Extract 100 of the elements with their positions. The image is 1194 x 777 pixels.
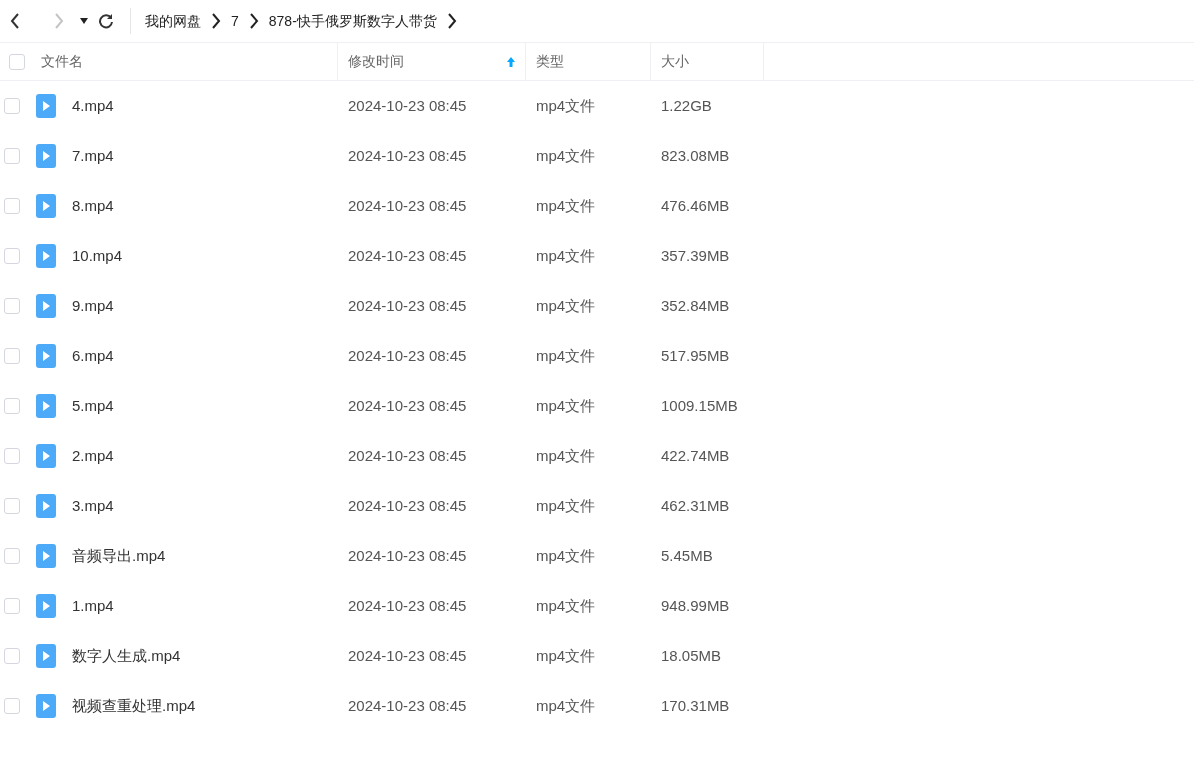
file-row[interactable]: 4.mp4 2024-10-23 08:45 mp4文件 1.22GB <box>0 81 764 131</box>
modified-time: 2024-10-23 08:45 <box>347 595 468 616</box>
video-file-icon <box>36 694 56 718</box>
file-row[interactable]: 6.mp4 2024-10-23 08:45 mp4文件 517.95MB <box>0 331 764 381</box>
sort-up-arrow-icon <box>507 56 515 67</box>
column-header[interactable]: 大小 <box>651 43 764 80</box>
file-type: mp4文件 <box>535 395 597 416</box>
video-file-icon <box>36 344 56 368</box>
file-size: 170.31MB <box>660 695 731 716</box>
modified-time: 2024-10-23 08:45 <box>347 495 468 516</box>
file-type: mp4文件 <box>535 145 597 166</box>
file-size: 352.84MB <box>660 295 731 316</box>
file-name[interactable]: 1.mp4 <box>72 594 114 618</box>
modified-time: 2024-10-23 08:45 <box>347 95 468 116</box>
file-name[interactable]: 7.mp4 <box>72 144 114 168</box>
file-size: 1009.15MB <box>660 395 739 416</box>
file-type: mp4文件 <box>535 295 597 316</box>
video-file-icon <box>36 294 56 318</box>
file-type: mp4文件 <box>535 645 597 666</box>
file-size: 422.74MB <box>660 445 731 466</box>
file-type: mp4文件 <box>535 245 597 266</box>
file-name[interactable]: 4.mp4 <box>72 94 114 118</box>
file-row[interactable]: 7.mp4 2024-10-23 08:45 mp4文件 823.08MB <box>0 131 764 181</box>
checkbox[interactable] <box>9 53 25 70</box>
video-file-icon <box>36 244 56 268</box>
checkbox[interactable] <box>4 98 20 114</box>
file-size: 18.05MB <box>660 645 723 666</box>
file-type: mp4文件 <box>535 545 597 566</box>
modified-time: 2024-10-23 08:45 <box>347 345 468 366</box>
file-name[interactable]: 数字人生成.mp4 <box>72 644 181 668</box>
checkbox[interactable] <box>4 448 20 464</box>
file-size: 462.31MB <box>660 495 731 516</box>
file-name[interactable]: 5.mp4 <box>72 394 114 418</box>
chevron-right-icon <box>248 13 259 29</box>
checkbox[interactable] <box>4 548 20 564</box>
file-name[interactable]: 9.mp4 <box>72 294 114 318</box>
checkbox[interactable] <box>4 248 20 264</box>
breadcrumb-link[interactable]: 我的网盘 <box>145 10 201 32</box>
breadcrumb-link[interactable]: 878-快手俄罗斯数字人带货 <box>268 10 437 32</box>
back-button[interactable] <box>8 13 22 29</box>
column-header[interactable]: 类型 <box>526 43 651 80</box>
checkbox[interactable] <box>4 648 20 664</box>
chevron-right-icon <box>211 13 221 29</box>
breadcrumb-link[interactable]: 7 <box>231 10 239 32</box>
file-size: 823.08MB <box>660 145 731 166</box>
file-name[interactable]: 6.mp4 <box>72 344 114 368</box>
file-name[interactable]: 音频导出.mp4 <box>72 544 166 568</box>
checkbox[interactable] <box>4 598 20 614</box>
file-row[interactable]: 8.mp4 2024-10-23 08:45 mp4文件 476.46MB <box>0 181 764 231</box>
file-row[interactable]: 1.mp4 2024-10-23 08:45 mp4文件 948.99MB <box>0 581 764 631</box>
checkbox[interactable] <box>4 298 20 314</box>
column-header[interactable]: 修改时间 <box>338 43 526 80</box>
video-file-icon <box>36 94 56 118</box>
file-type: mp4文件 <box>535 345 597 366</box>
checkbox[interactable] <box>4 398 20 414</box>
file-size: 948.99MB <box>660 595 731 616</box>
chevron-right-icon <box>446 13 457 29</box>
file-row[interactable]: 2.mp4 2024-10-23 08:45 mp4文件 422.74MB <box>0 431 764 481</box>
refresh-button[interactable] <box>98 13 114 29</box>
modified-time: 2024-10-23 08:45 <box>347 695 468 716</box>
history-dropdown[interactable] <box>80 18 88 24</box>
file-type: mp4文件 <box>535 495 597 516</box>
modified-time: 2024-10-23 08:45 <box>347 445 468 466</box>
file-row[interactable]: 视频查重处理.mp4 2024-10-23 08:45 mp4文件 170.31MB <box>0 681 764 731</box>
video-file-icon <box>36 144 56 168</box>
video-file-icon <box>36 544 56 568</box>
checkbox[interactable] <box>4 698 20 714</box>
file-type: mp4文件 <box>535 95 597 116</box>
modified-time: 2024-10-23 08:45 <box>347 295 468 316</box>
checkbox[interactable] <box>4 198 20 214</box>
modified-time: 2024-10-23 08:45 <box>347 645 468 666</box>
file-size: 517.95MB <box>660 345 731 366</box>
file-size: 1.22GB <box>660 95 713 116</box>
checkbox[interactable] <box>4 348 20 364</box>
video-file-icon <box>36 194 56 218</box>
checkbox[interactable] <box>4 148 20 164</box>
video-file-icon <box>36 594 56 618</box>
file-row[interactable]: 9.mp4 2024-10-23 08:45 mp4文件 352.84MB <box>0 281 764 331</box>
file-name[interactable]: 2.mp4 <box>72 444 114 468</box>
modified-time: 2024-10-23 08:45 <box>347 145 468 166</box>
file-row[interactable]: 数字人生成.mp4 2024-10-23 08:45 mp4文件 18.05MB <box>0 631 764 681</box>
file-name[interactable]: 10.mp4 <box>72 244 123 268</box>
video-file-icon <box>36 444 56 468</box>
video-file-icon <box>36 644 56 668</box>
file-size: 5.45MB <box>660 545 714 566</box>
file-name[interactable]: 视频查重处理.mp4 <box>72 694 196 718</box>
file-row[interactable]: 10.mp4 2024-10-23 08:45 mp4文件 357.39MB <box>0 231 764 281</box>
file-size: 357.39MB <box>660 245 731 266</box>
file-row[interactable]: 音频导出.mp4 2024-10-23 08:45 mp4文件 5.45MB <box>0 531 764 581</box>
caret-icon <box>80 18 88 24</box>
file-row[interactable]: 5.mp4 2024-10-23 08:45 mp4文件 1009.15MB <box>0 381 764 431</box>
file-name[interactable]: 8.mp4 <box>72 194 114 218</box>
checkbox[interactable] <box>4 498 20 514</box>
column-header[interactable]: 文件名 <box>0 43 338 80</box>
file-row[interactable]: 3.mp4 2024-10-23 08:45 mp4文件 462.31MB <box>0 481 764 531</box>
video-file-icon <box>36 494 56 518</box>
modified-time: 2024-10-23 08:45 <box>347 195 468 216</box>
file-type: mp4文件 <box>535 195 597 216</box>
file-name[interactable]: 3.mp4 <box>72 494 114 518</box>
file-size: 476.46MB <box>660 195 731 216</box>
